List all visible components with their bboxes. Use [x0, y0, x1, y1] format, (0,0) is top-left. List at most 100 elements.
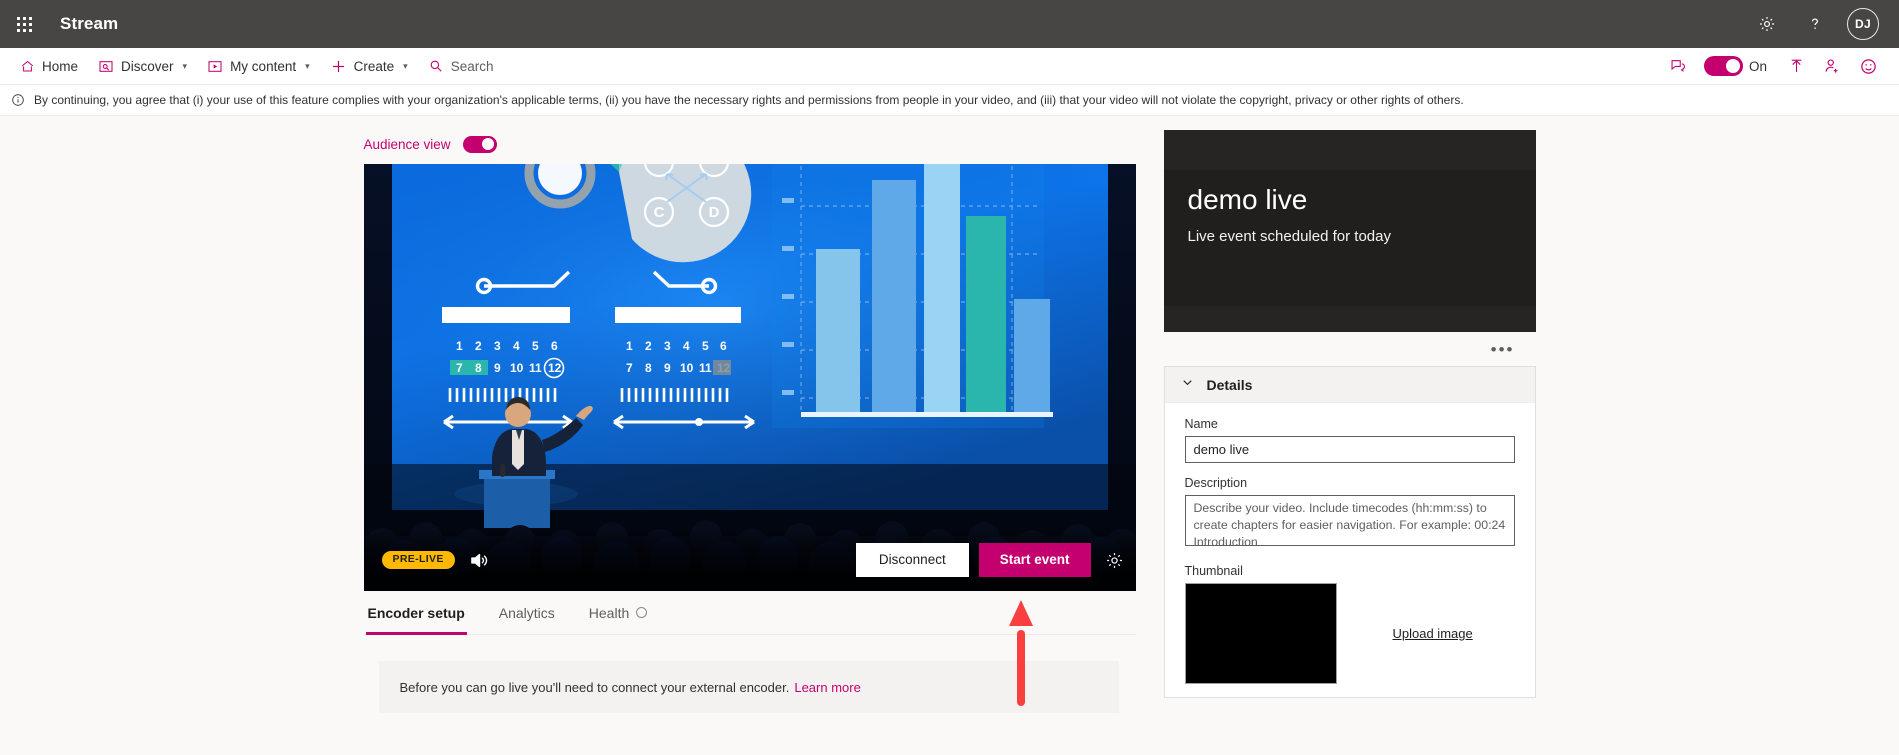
- app-brand-title[interactable]: Stream: [60, 14, 118, 34]
- svg-text:7: 7: [626, 361, 633, 375]
- tab-encoder-setup[interactable]: Encoder setup: [365, 591, 468, 635]
- tab-analytics[interactable]: Analytics: [497, 591, 557, 635]
- thumbnail-field-group: Thumbnail Upload image: [1184, 564, 1515, 684]
- player-settings-button[interactable]: [1101, 551, 1124, 570]
- svg-text:8: 8: [475, 361, 482, 375]
- video-player[interactable]: 123 456 789 10 11 12 123 4 5 6 7 8 9 10 …: [363, 164, 1136, 591]
- chat-bubble-icon: [1671, 60, 1685, 72]
- player-control-bar: PRE-LIVE Disconnect Start event: [363, 529, 1136, 591]
- help-button[interactable]: [1791, 0, 1839, 48]
- nav-item-label: Home: [42, 58, 79, 74]
- audience-view-row: Audience view: [364, 130, 1136, 158]
- event-title: demo live: [1187, 184, 1308, 215]
- encoder-setup-panel: Before you can go live you'll need to co…: [378, 661, 1119, 713]
- video-preview-frame: 123 456 789 10 11 12 123 4 5 6 7 8 9 10 …: [363, 164, 1136, 591]
- thumbnail-row: Upload image: [1184, 583, 1515, 684]
- details-form: Name Description Thumbnail Upload image: [1165, 403, 1535, 684]
- svg-text:1: 1: [456, 339, 463, 353]
- command-bar: Home Discover ▾ My content ▾ Create ▾ Se…: [0, 48, 1899, 85]
- description-field-label: Description: [1184, 476, 1248, 490]
- smiley-face-icon: [1860, 58, 1876, 74]
- suite-header-actions: DJ: [1743, 0, 1887, 48]
- thumbnail-preview[interactable]: [1184, 583, 1337, 684]
- command-bar-right-actions: On: [1662, 48, 1899, 85]
- hero-bottom-bar: [1163, 306, 1536, 332]
- svg-text:12: 12: [548, 361, 562, 375]
- main-content: Audience view 1 2 3 4 5 6 7 8 9 10 11 12…: [0, 116, 1899, 754]
- detail-tabs: Encoder setup Analytics Health: [363, 591, 1136, 635]
- svg-text:5: 5: [702, 339, 709, 353]
- app-launcher-icon: [16, 16, 32, 32]
- details-section-header[interactable]: Details: [1164, 367, 1535, 403]
- add-person-button[interactable]: [1815, 48, 1849, 85]
- svg-text:3: 3: [664, 339, 671, 353]
- svg-text:6: 6: [551, 339, 558, 353]
- toggle-knob: [482, 138, 495, 150]
- plus-icon: [330, 58, 347, 75]
- disconnect-button[interactable]: Disconnect: [855, 542, 969, 578]
- svg-text:10: 10: [510, 361, 524, 375]
- user-avatar-button[interactable]: DJ: [1839, 0, 1887, 48]
- svg-text:9: 9: [664, 361, 671, 375]
- discover-icon: [98, 59, 114, 74]
- settings-button[interactable]: [1743, 0, 1791, 48]
- player-primary-actions: Disconnect Start event: [855, 542, 1124, 578]
- nav-item-discover[interactable]: Discover ▾: [88, 48, 197, 85]
- chat-toggle-button[interactable]: [1662, 48, 1696, 85]
- status-circle-icon: [636, 607, 648, 618]
- svg-text:6: 6: [720, 339, 727, 353]
- nav-item-home[interactable]: Home: [10, 48, 88, 85]
- status-badge: PRE-LIVE: [381, 551, 455, 569]
- encoder-setup-message: Before you can go live you'll need to co…: [399, 679, 790, 695]
- search-placeholder-label: Search: [450, 58, 494, 74]
- gear-icon: [1759, 16, 1775, 32]
- nav-item-my-content[interactable]: My content ▾: [197, 48, 320, 85]
- chat-toggle-switch[interactable]: [1703, 56, 1743, 76]
- svg-text:D: D: [708, 204, 719, 221]
- tab-label: Health: [588, 604, 630, 621]
- feedback-button[interactable]: [1851, 48, 1885, 85]
- svg-text:2: 2: [475, 339, 482, 353]
- upload-image-link[interactable]: Upload image: [1393, 626, 1473, 641]
- tab-health[interactable]: Health: [587, 591, 649, 635]
- tab-label: Encoder setup: [367, 604, 465, 621]
- hero-top-bar: [1163, 130, 1536, 170]
- chevron-down-icon: ▾: [403, 60, 408, 71]
- app-launcher-button[interactable]: [0, 0, 48, 48]
- svg-text:5: 5: [532, 339, 539, 353]
- more-options-button[interactable]: •••: [1486, 338, 1520, 361]
- audience-view-toggle[interactable]: [462, 135, 497, 153]
- hero-text-block: demo live Live event scheduled for today: [1164, 170, 1536, 306]
- add-person-icon: [1825, 59, 1838, 73]
- event-hero-card: demo live Live event scheduled for today: [1163, 130, 1536, 332]
- svg-text:C: C: [653, 204, 664, 221]
- hero-overflow-row: •••: [1164, 332, 1536, 366]
- share-upload-button[interactable]: [1779, 48, 1813, 85]
- nav-item-label: Discover: [121, 58, 174, 74]
- learn-more-link[interactable]: Learn more: [794, 680, 860, 695]
- player-column: Audience view 1 2 3 4 5 6 7 8 9 10 11 12…: [363, 130, 1136, 754]
- search-icon: [428, 58, 444, 74]
- details-card: Details Name Description Thumbnail Uploa…: [1163, 366, 1536, 698]
- start-event-button[interactable]: Start event: [978, 542, 1091, 578]
- info-icon: [11, 93, 25, 107]
- svg-text:11: 11: [699, 361, 712, 375]
- nav-search[interactable]: Search: [418, 48, 504, 85]
- gear-icon: [1106, 552, 1122, 568]
- speaker-volume-icon[interactable]: [469, 551, 490, 570]
- svg-text:2: 2: [645, 339, 652, 353]
- chevron-down-icon: [1181, 376, 1194, 394]
- chat-toggle-state-label: On: [1748, 58, 1767, 74]
- question-mark-icon: [1811, 18, 1819, 29]
- nav-item-create[interactable]: Create ▾: [320, 48, 418, 85]
- name-input[interactable]: [1184, 436, 1515, 463]
- description-textarea[interactable]: [1184, 495, 1515, 546]
- avatar: DJ: [1847, 8, 1879, 40]
- description-field-group: Description: [1184, 476, 1515, 551]
- home-icon: [20, 59, 35, 74]
- svg-text:1: 1: [626, 339, 633, 353]
- name-field-group: Name: [1184, 417, 1515, 463]
- details-section-title: Details: [1206, 376, 1253, 393]
- chevron-down-icon: ▾: [182, 60, 188, 71]
- suite-header: Stream DJ: [0, 0, 1899, 48]
